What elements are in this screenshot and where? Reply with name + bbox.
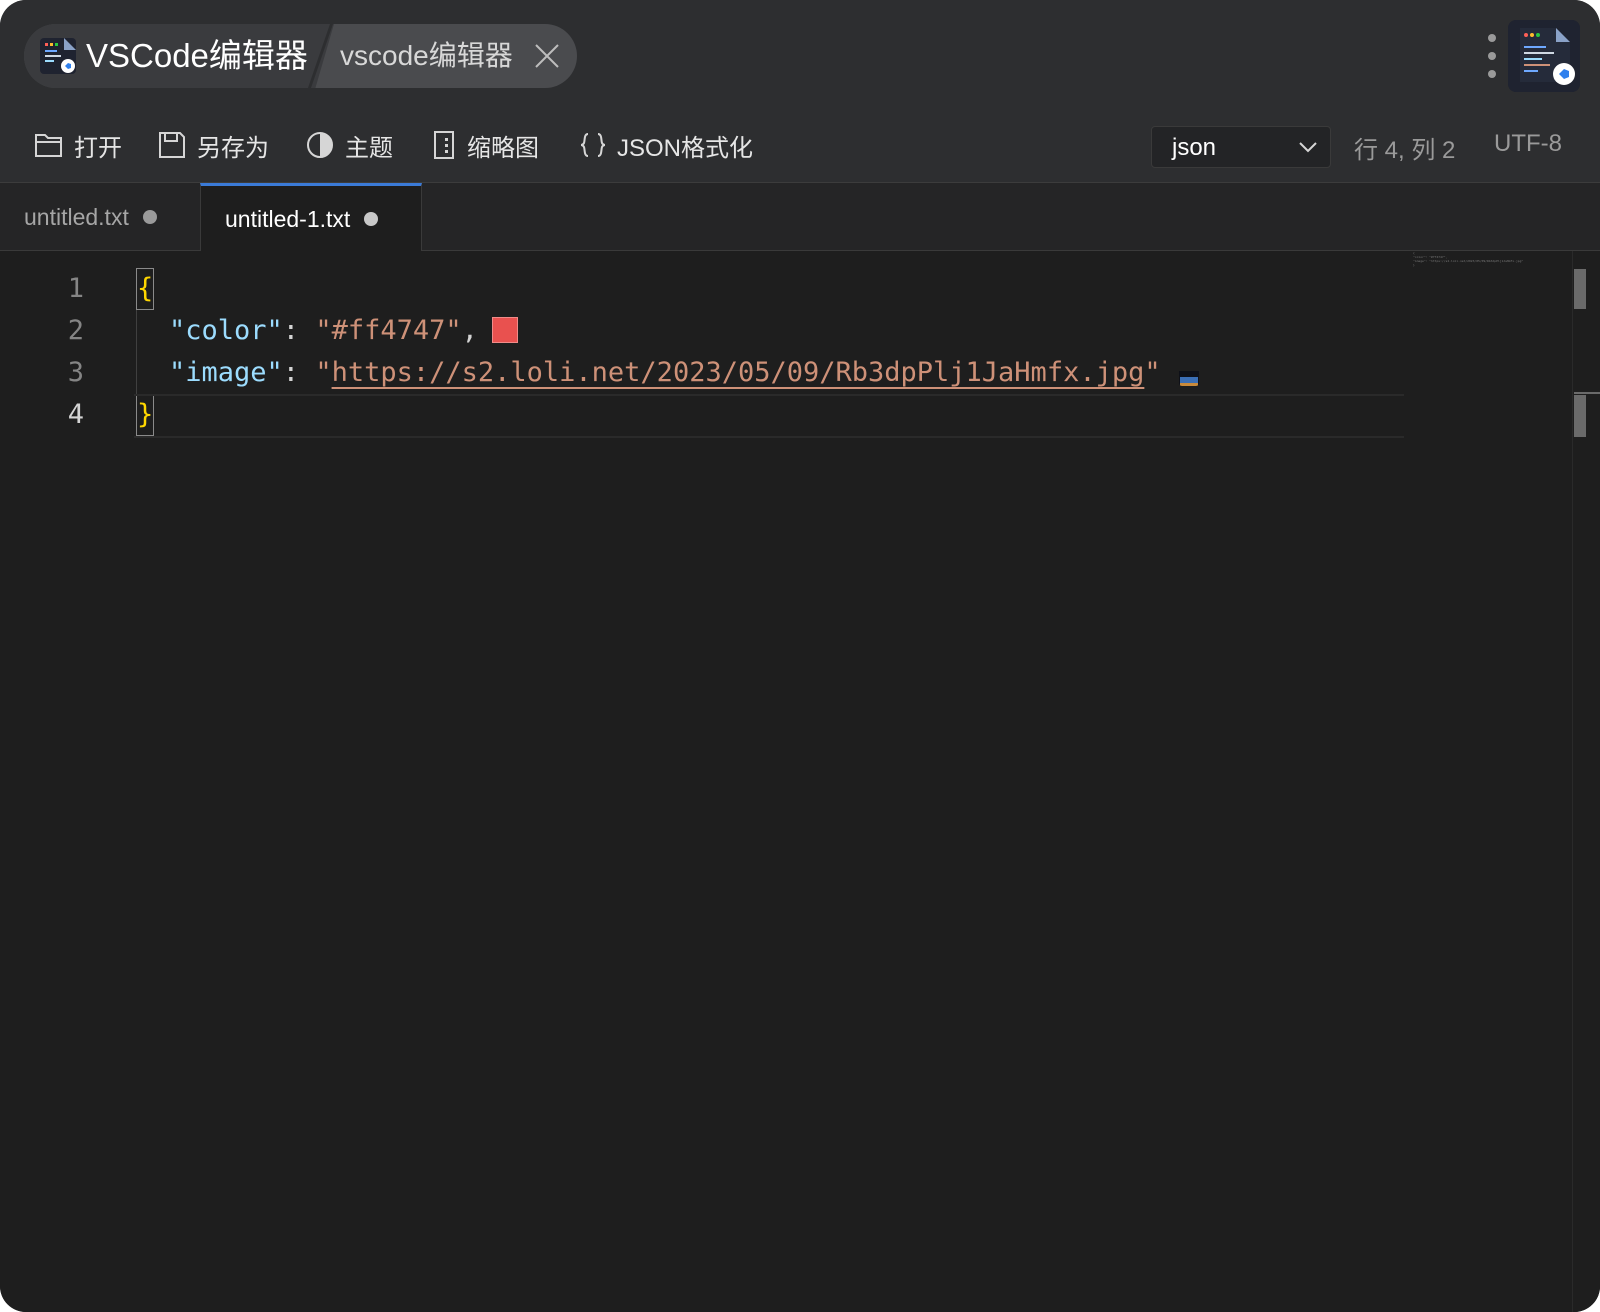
quote: "	[315, 357, 332, 388]
toolbar: 打开 另存为 主题 缩略图 JSON格式化 json 行 4, 列 2 UTF-…	[0, 110, 1600, 183]
minimap-icon	[434, 131, 454, 159]
braces-icon	[580, 133, 606, 157]
scrollbar-cursor-marker	[1574, 392, 1600, 394]
breadcrumb: VSCode编辑器 vscode编辑器	[24, 24, 577, 88]
json-format-button[interactable]: JSON格式化	[579, 126, 753, 164]
folder-open-icon	[35, 134, 62, 157]
chevron-down-icon	[1299, 142, 1317, 153]
comma: ,	[461, 315, 478, 346]
open-label: 打开	[74, 134, 122, 162]
quote: "	[1144, 357, 1161, 388]
minimap-label: 缩略图	[467, 134, 539, 162]
line-number: 1	[67, 273, 84, 304]
unsaved-dot-icon[interactable]	[142, 210, 157, 224]
editor-window: VSCode编辑器 vscode编辑器 打开 另存为 主题 缩略图 JSON格式…	[0, 0, 1600, 1312]
minimap-line: }	[1413, 263, 1415, 267]
cursor-position[interactable]: 行 4, 列 2	[1354, 130, 1455, 165]
scrollbar-thumb[interactable]	[1574, 269, 1586, 309]
code-editor[interactable]: 1 2 3 4 { "color": "#ff4747", "image": "…	[0, 251, 1600, 1312]
tab-untitled[interactable]: untitled.txt	[0, 183, 200, 251]
minimap-button[interactable]: 缩略图	[431, 126, 539, 164]
code-line[interactable]: "image": "https://s2.loli.net/2023/05/09…	[136, 352, 1420, 394]
tab-label: untitled-1.txt	[225, 205, 351, 232]
scrollbar-thumb[interactable]	[1574, 395, 1586, 437]
language-select[interactable]: json	[1151, 126, 1331, 168]
line-number: 4	[67, 399, 84, 430]
language-value: json	[1172, 134, 1217, 161]
json-string-value: "#ff4747"	[315, 315, 462, 346]
save-as-label: 另存为	[197, 134, 269, 162]
line-number: 2	[67, 315, 84, 346]
close-icon[interactable]	[533, 42, 561, 70]
image-url-link[interactable]: https://s2.loli.net/2023/05/09/Rb3dpPlj1…	[332, 357, 1145, 388]
line-number: 3	[67, 357, 84, 388]
open-brace: {	[136, 268, 155, 310]
close-brace: }	[136, 394, 155, 436]
json-key: "image"	[169, 357, 283, 388]
tab-label: untitled.txt	[24, 203, 129, 230]
tab-bar: untitled.txt untitled-1.txt	[0, 183, 1600, 252]
theme-label: 主题	[345, 134, 393, 162]
image-preview-icon[interactable]	[1178, 364, 1199, 386]
encoding-status[interactable]: UTF-8	[1494, 130, 1562, 158]
json-key: "color"	[169, 315, 283, 346]
tab-untitled-1[interactable]: untitled-1.txt	[200, 183, 422, 252]
unsaved-dot-icon[interactable]	[364, 212, 379, 226]
save-icon	[159, 132, 185, 158]
open-button[interactable]: 打开	[34, 126, 122, 164]
app-title: VSCode编辑器	[86, 37, 308, 74]
minimap[interactable]: { "color": "#ff4747", "image": "https://…	[1413, 251, 1573, 271]
contrast-icon	[307, 132, 333, 158]
save-as-button[interactable]: 另存为	[157, 126, 269, 164]
code-line[interactable]: {	[136, 268, 1420, 310]
vscode-app-icon	[40, 38, 76, 74]
code-line[interactable]: "color": "#ff4747",	[136, 310, 1420, 352]
theme-button[interactable]: 主题	[305, 126, 393, 164]
more-vertical-icon[interactable]	[1480, 30, 1504, 82]
vscode-app-icon[interactable]	[1508, 20, 1580, 92]
json-format-label: JSON格式化	[617, 134, 754, 162]
code-area[interactable]: { "color": "#ff4747", "image": "https://…	[134, 268, 1420, 438]
colon: :	[282, 315, 316, 346]
line-number-gutter: 1 2 3 4	[0, 268, 84, 436]
document-title[interactable]: vscode编辑器	[340, 38, 513, 74]
code-line[interactable]: }	[134, 394, 1420, 438]
title-bar: VSCode编辑器 vscode编辑器	[0, 0, 1600, 110]
color-swatch-icon[interactable]	[491, 317, 518, 343]
colon: :	[282, 357, 316, 388]
